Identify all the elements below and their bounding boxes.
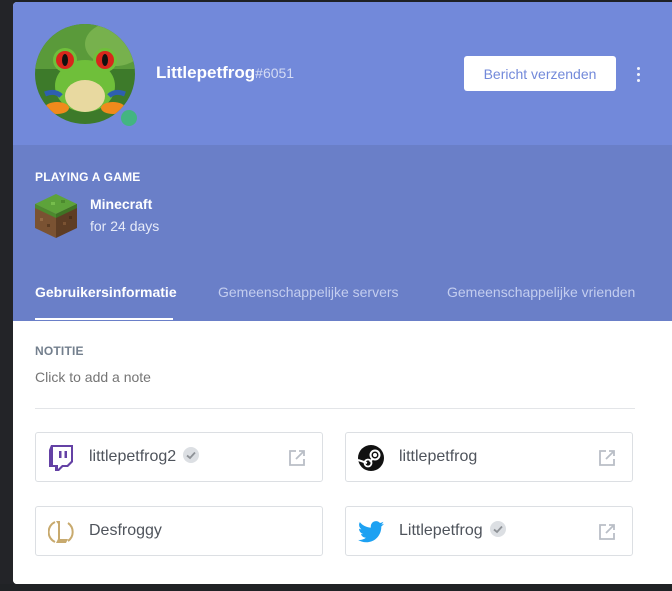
- frog-avatar-image: [35, 24, 135, 124]
- activity-section: PLAYING A GAME Minecraft for 24 days: [13, 145, 672, 263]
- verified-icon: [182, 446, 200, 464]
- activity-heading: PLAYING A GAME: [35, 170, 141, 184]
- profile-name: Littlepetfrog#6051: [156, 63, 294, 83]
- more-options-icon[interactable]: [630, 62, 646, 86]
- user-profile-modal: Littlepetfrog#6051 Bericht verzenden PLA…: [13, 2, 672, 584]
- connected-account-league-of-legends: Desfroggy: [35, 506, 323, 556]
- game-name: Minecraft: [90, 196, 153, 212]
- external-link-icon[interactable]: [288, 449, 306, 467]
- twitch-icon: [48, 445, 74, 471]
- background-left: [0, 0, 13, 591]
- note-heading: NOTITIE: [35, 344, 84, 358]
- external-link-icon[interactable]: [598, 523, 616, 541]
- tab-mutual-friends[interactable]: Gemeenschappelijke vrienden: [447, 263, 635, 321]
- minecraft-icon: [35, 194, 77, 238]
- divider: [35, 408, 635, 409]
- tab-mutual-servers[interactable]: Gemeenschappelijke servers: [218, 263, 399, 321]
- account-name: Littlepetfrog: [399, 520, 507, 540]
- account-name-text: Desfroggy: [89, 522, 162, 539]
- account-name: littlepetfrog: [399, 448, 477, 466]
- tab-user-info[interactable]: Gebruikersinformatie: [35, 263, 177, 321]
- twitter-icon: [358, 519, 384, 545]
- account-name-text: Littlepetfrog: [399, 522, 483, 540]
- game-duration: for 24 days: [90, 218, 160, 234]
- league-of-legends-icon: [48, 519, 74, 545]
- account-name-text: littlepetfrog: [399, 448, 478, 465]
- active-tab-indicator: [35, 318, 173, 320]
- discriminator: #6051: [255, 65, 295, 81]
- background-bottom: [0, 584, 672, 591]
- connected-account-steam: littlepetfrog: [345, 432, 633, 482]
- avatar-container: [35, 24, 140, 129]
- account-name-text: littlepetfrog2: [89, 448, 177, 466]
- username: Littlepetfrog: [156, 63, 256, 82]
- online-status-indicator: [118, 107, 140, 129]
- avatar: [35, 24, 135, 124]
- user-info-panel: NOTITIE littlepetfrog2: [13, 321, 672, 584]
- profile-tabs: Gebruikersinformatie Gemeenschappelijke …: [13, 263, 672, 321]
- account-name: Desfroggy: [89, 522, 162, 540]
- verified-icon: [489, 520, 507, 538]
- steam-icon: [358, 445, 384, 471]
- account-name: littlepetfrog2: [89, 446, 200, 466]
- external-link-icon[interactable]: [598, 449, 616, 467]
- connected-account-twitter: Littlepetfrog: [345, 506, 633, 556]
- profile-header: Littlepetfrog#6051 Bericht verzenden: [13, 2, 672, 145]
- connected-account-twitch: littlepetfrog2: [35, 432, 323, 482]
- send-message-button[interactable]: Bericht verzenden: [464, 56, 616, 91]
- note-input[interactable]: [35, 367, 625, 387]
